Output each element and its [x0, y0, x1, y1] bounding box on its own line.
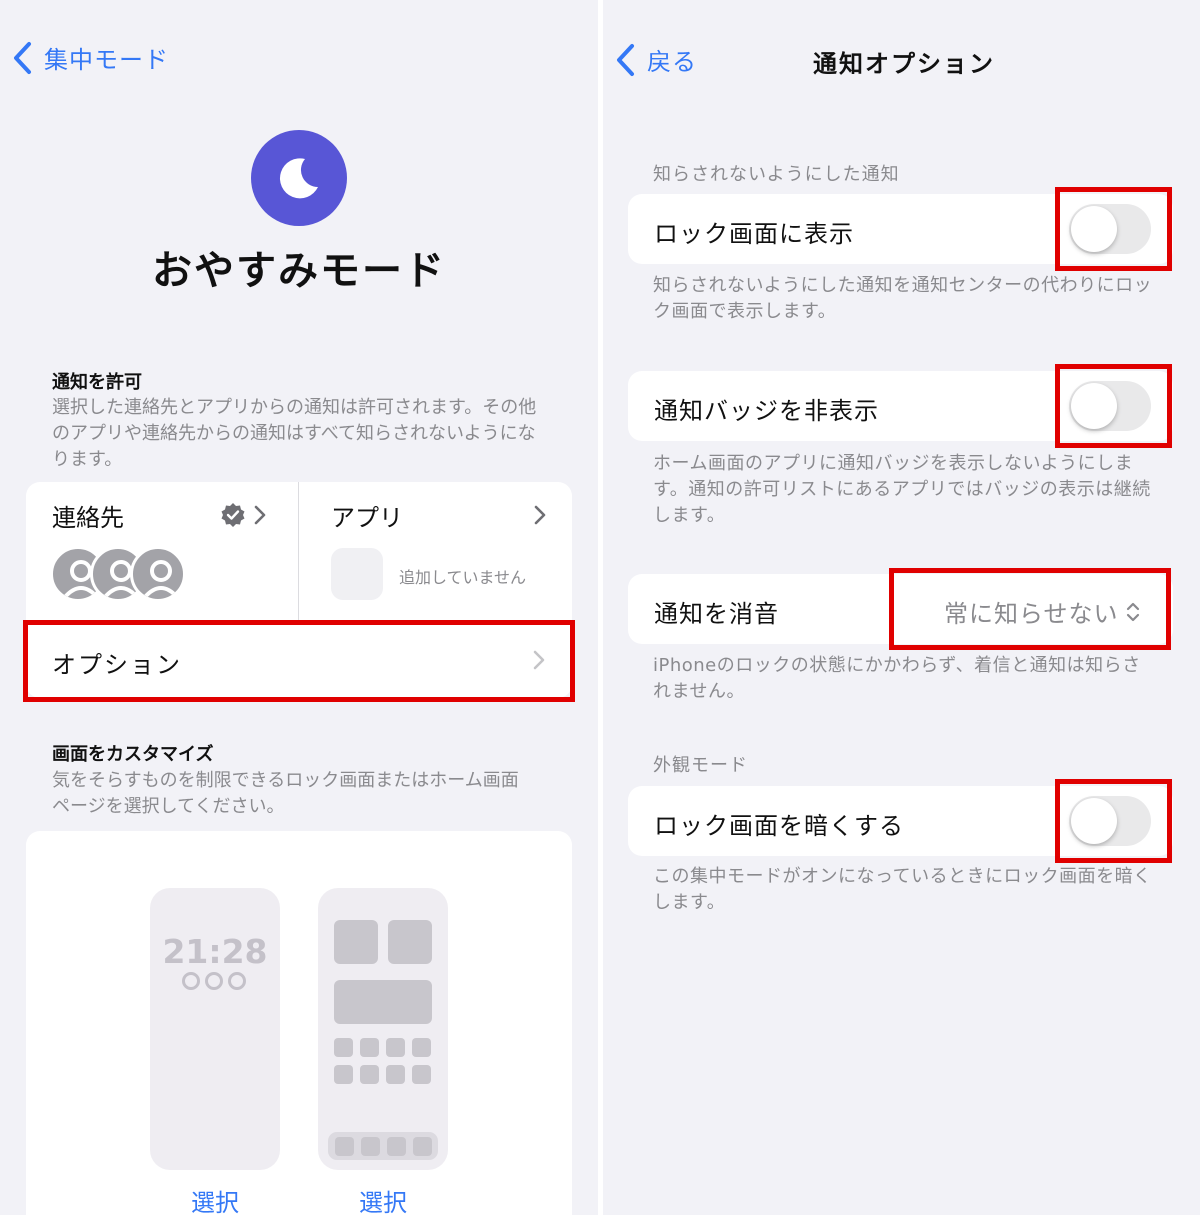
chevron-left-icon: [14, 41, 31, 74]
avatar: [130, 546, 186, 602]
lock-screen-preview[interactable]: 21:28: [150, 888, 280, 1170]
select-home-screen-link[interactable]: 選択: [318, 1183, 448, 1215]
apps-cell[interactable]: アプリ 追加していません: [299, 482, 572, 620]
widget-block: [388, 920, 432, 964]
notification-options-screen: 戻る 通知オプション 知らされないようにした通知 ロック画面に表示 知らされない…: [603, 0, 1200, 1215]
contacts-cell[interactable]: 連絡先: [26, 482, 298, 620]
silenced-section-header: 知らされないようにした通知: [653, 164, 900, 185]
apps-empty-text: 追加していません: [399, 568, 527, 587]
customize-section-description: 気をそらすものを制限できるロック画面またはホーム画面ページを選択してください。: [52, 770, 519, 817]
dock: [328, 1132, 438, 1160]
select-lock-screen-link[interactable]: 選択: [150, 1183, 280, 1215]
highlight-box: [1055, 779, 1172, 863]
dim-lock-label: ロック画面を暗くする: [654, 812, 904, 840]
chevron-right-icon: [254, 505, 266, 525]
verified-badge-icon: [221, 503, 245, 527]
back-button[interactable]: 戻る: [615, 42, 697, 77]
highlight-box: [1055, 187, 1172, 271]
person-icon: [143, 560, 179, 599]
customize-card: 21:28 選択 選択: [26, 831, 572, 1215]
back-label: 戻る: [647, 48, 697, 76]
widget-dots: [182, 972, 246, 990]
app-placeholder-icon: [331, 548, 383, 600]
show-on-lock-label: ロック画面に表示: [654, 220, 854, 248]
allowed-section-title: 通知を許可: [52, 372, 142, 393]
chevron-right-icon: [534, 505, 546, 525]
apps-label: アプリ: [331, 504, 403, 532]
chevron-left-icon: [617, 43, 634, 76]
highlight-box: [889, 568, 1171, 650]
back-button[interactable]: 集中モード: [12, 40, 169, 75]
allowed-section-description: 選択した連絡先とアプリからの通知は許可されます。その他のアプリや連絡先からの通知…: [52, 397, 537, 470]
customize-section-title: 画面をカスタマイズ: [52, 744, 214, 765]
contacts-label: 連絡先: [52, 504, 124, 532]
moon-glyph: [279, 158, 318, 199]
back-label: 集中モード: [44, 46, 169, 74]
silence-label: 通知を消音: [654, 600, 779, 628]
home-screen-preview[interactable]: [318, 888, 448, 1170]
lock-time: 21:28: [162, 932, 268, 971]
nav-title: 通知オプション: [813, 50, 995, 78]
highlight-box: [1055, 364, 1172, 448]
silence-footer: iPhoneのロックの状態にかかわらず、着信と通知は知らされません。: [653, 655, 1141, 702]
widget-block: [334, 920, 378, 964]
highlight-box: [23, 620, 575, 702]
widget-block: [334, 980, 432, 1024]
app-grid: [334, 1038, 432, 1084]
appearance-section-header: 外観モード: [653, 755, 748, 776]
show-on-lock-footer: 知らされないようにした通知を通知センターの代わりにロック画面で表示します。: [653, 275, 1153, 322]
dim-lock-footer: この集中モードがオンになっているときにロック画面を暗くします。: [653, 866, 1152, 913]
focus-settings-screen: 集中モード おやすみモード 通知を許可 選択した連絡先とアプリからの通知は許可さ…: [0, 0, 598, 1215]
focus-title: おやすみモード: [152, 248, 446, 294]
moon-icon: [251, 130, 347, 226]
hide-badges-footer: ホーム画面のアプリに通知バッジを表示しないようにします。通知の許可リストにあるア…: [653, 453, 1151, 526]
hide-badges-label: 通知バッジを非表示: [654, 397, 879, 425]
